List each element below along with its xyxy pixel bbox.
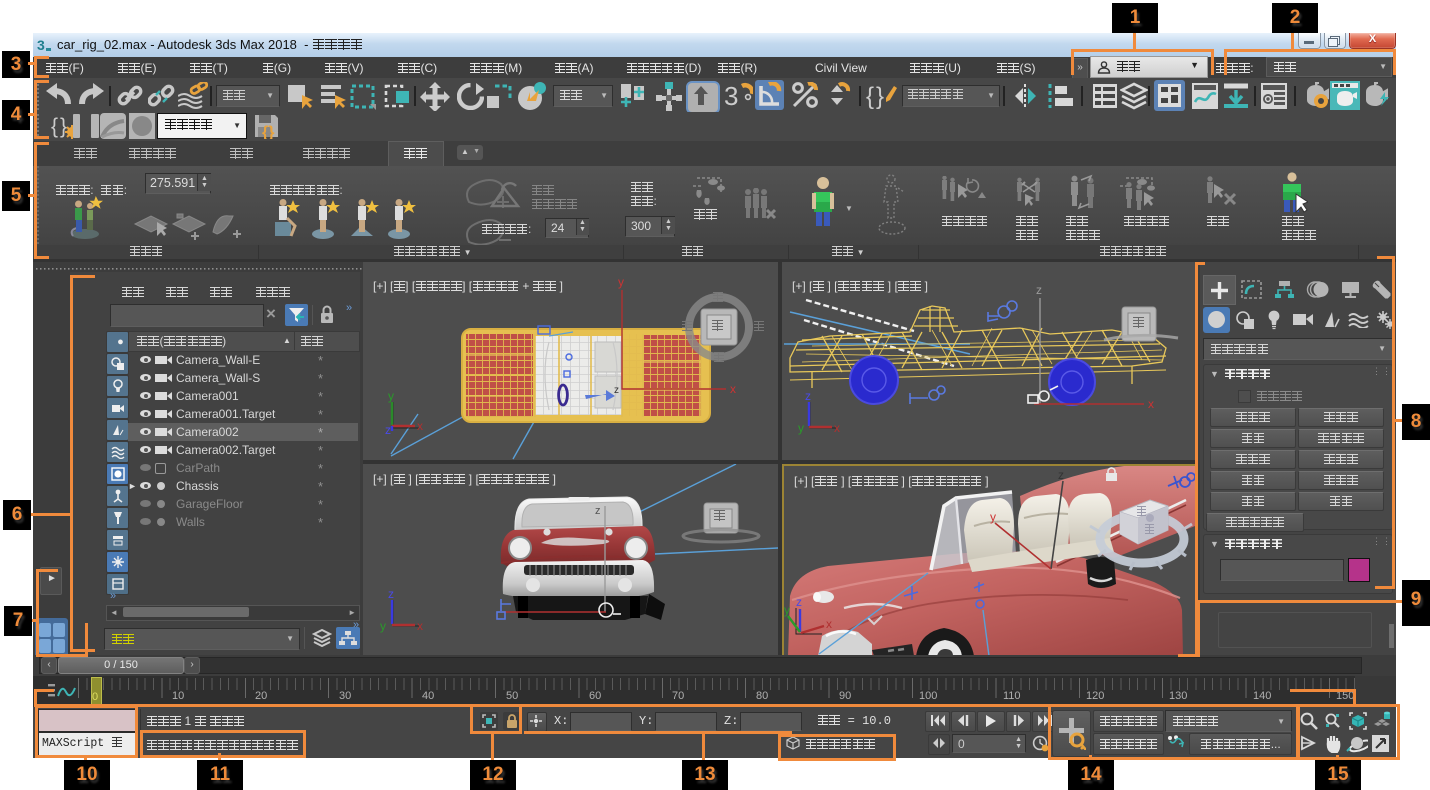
svg-text:x: x [417, 419, 423, 433]
svg-text:3: 3 [37, 37, 45, 53]
svg-text:3: 3 [724, 82, 738, 110]
svg-text:x: x [417, 619, 423, 633]
svg-text:y: y [388, 389, 394, 403]
svg-text:y: y [784, 603, 790, 617]
svg-text:z: z [805, 389, 811, 403]
svg-text:{: { [866, 83, 874, 110]
svg-text:z: z [595, 505, 601, 517]
svg-text:x: x [1148, 397, 1154, 411]
svg-text:z: z [385, 423, 391, 437]
svg-text:}: } [60, 115, 67, 138]
svg-text:{}: {} [262, 124, 274, 139]
svg-text:x: x [834, 421, 840, 435]
svg-text:}: } [876, 83, 884, 110]
svg-text:z: z [1036, 283, 1042, 297]
svg-text:y: y [618, 275, 624, 289]
svg-text:z: z [1058, 468, 1064, 482]
svg-text:{: { [51, 115, 58, 138]
svg-text:z: z [614, 385, 619, 396]
svg-text:y: y [380, 619, 386, 633]
svg-text:z: z [388, 587, 394, 601]
svg-text:z: z [796, 595, 802, 609]
svg-text:x: x [730, 382, 736, 396]
svg-text:x: x [826, 617, 832, 631]
svg-text:y: y [990, 510, 996, 524]
svg-text:y: y [798, 421, 804, 435]
